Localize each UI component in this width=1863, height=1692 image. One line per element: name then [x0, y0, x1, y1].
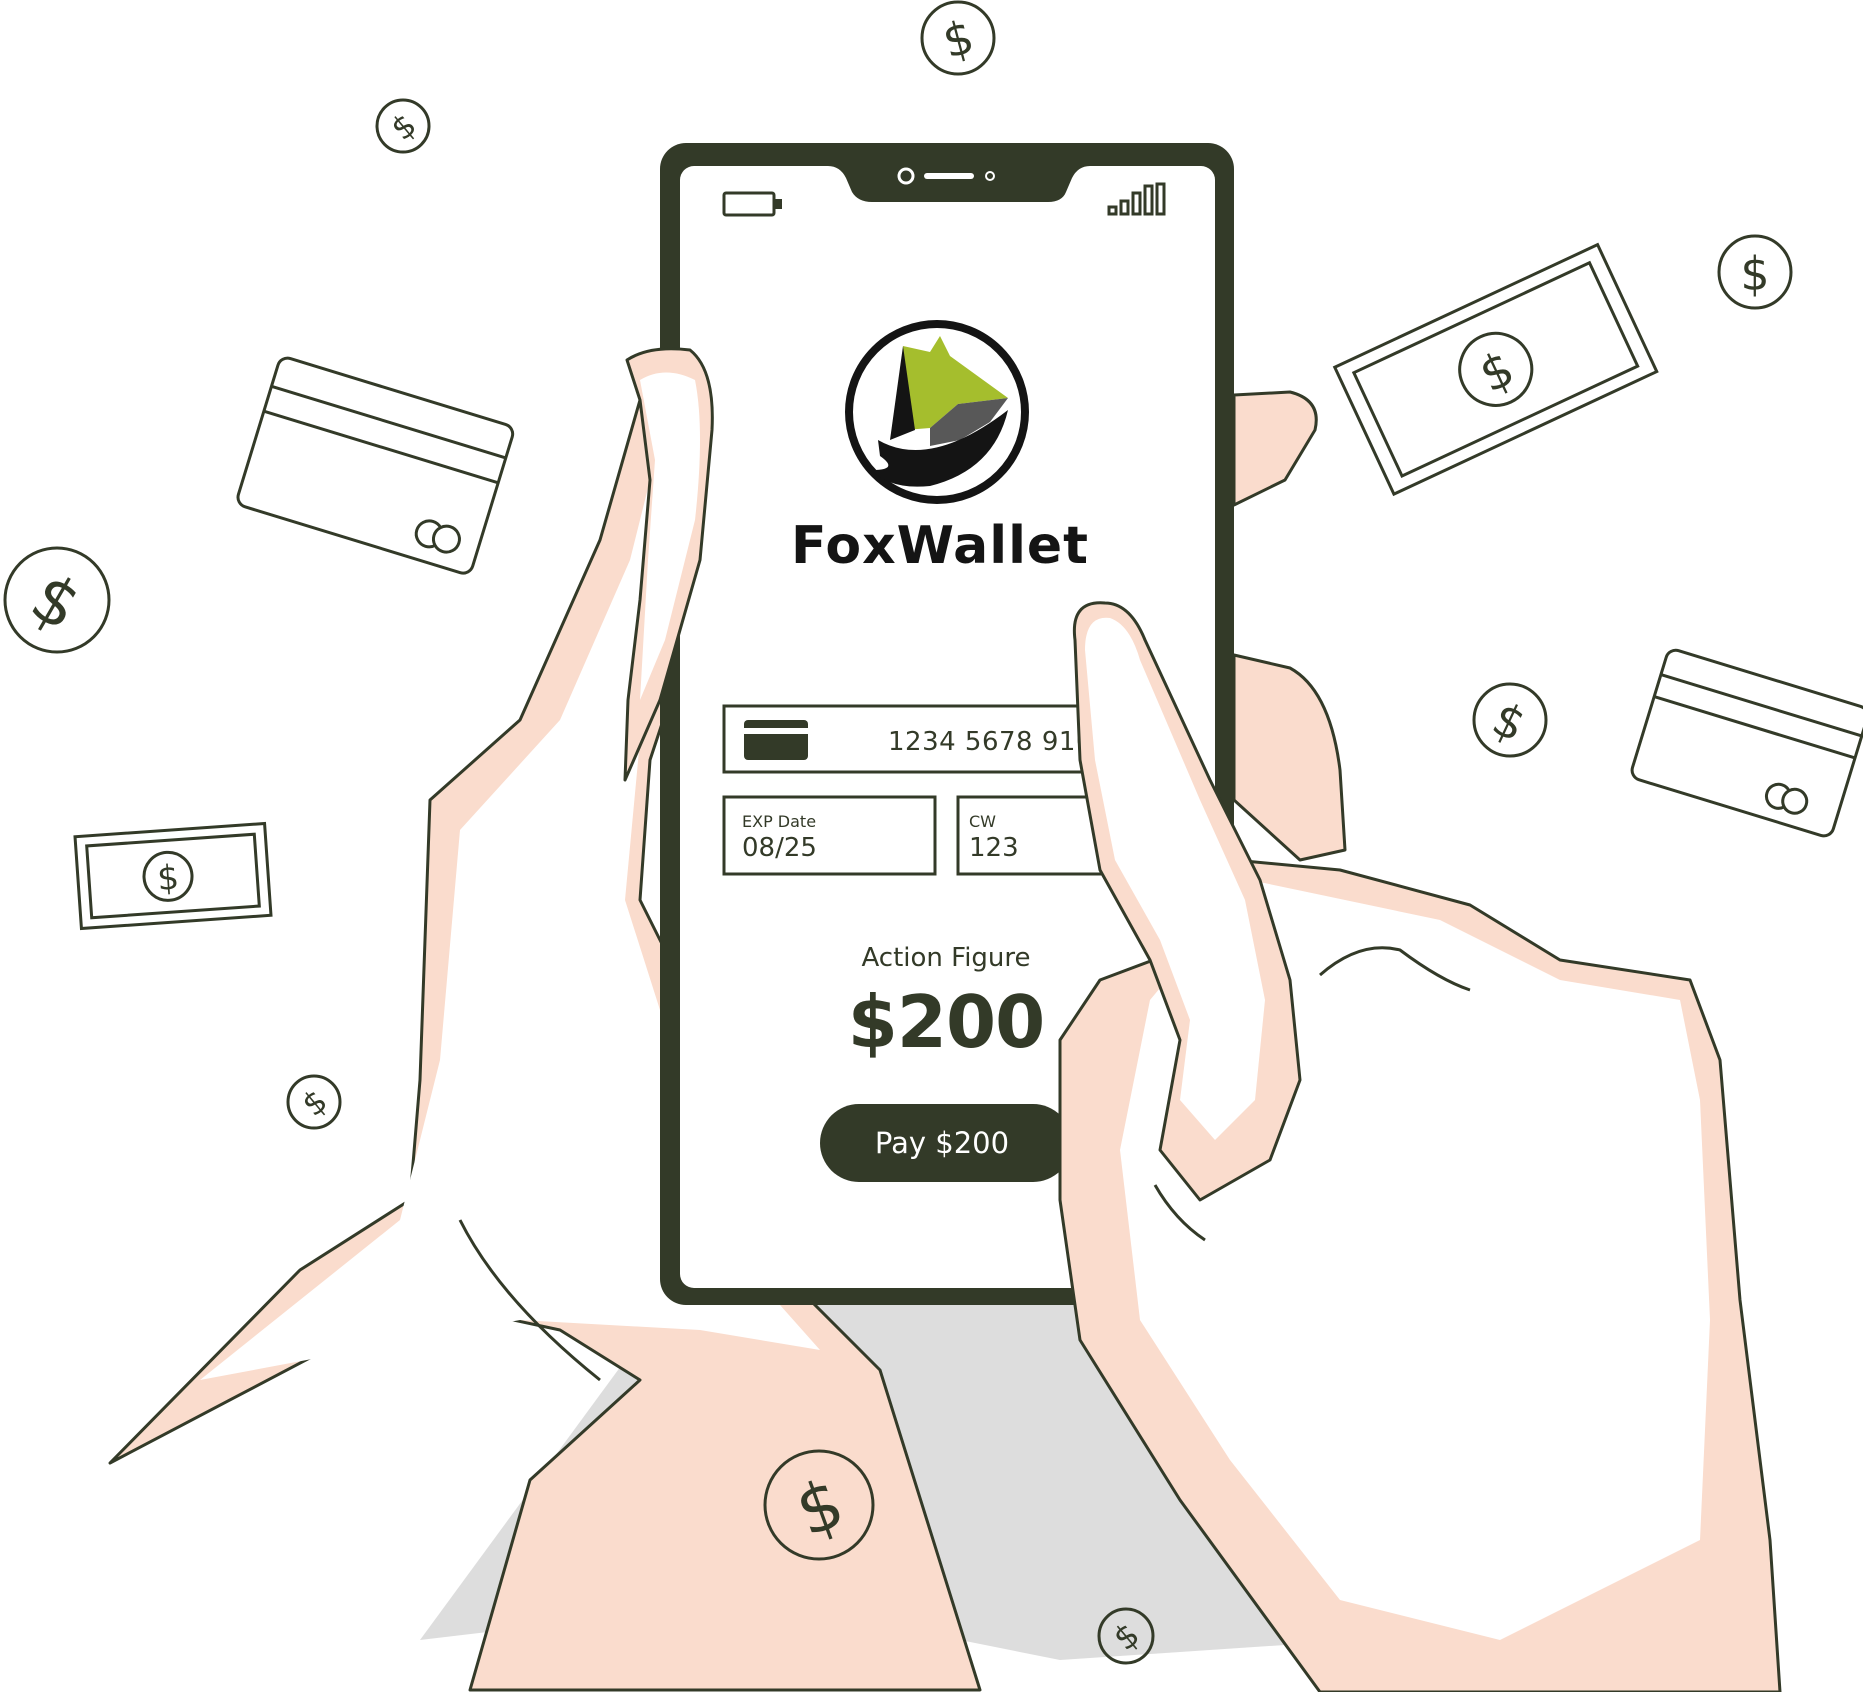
product-price: $200	[847, 980, 1045, 1064]
pay-button[interactable]: Pay $200	[820, 1104, 1072, 1182]
dollar-coin-icon: $	[920, 0, 996, 76]
expiry-label: EXP Date	[742, 812, 817, 831]
dollar-coin-icon: $	[286, 1074, 342, 1130]
fox-logo-icon	[845, 320, 1029, 504]
svg-text:$: $	[295, 1082, 335, 1124]
credit-card-icon	[744, 720, 808, 760]
phone-notch	[828, 166, 1090, 202]
svg-text:$: $	[1484, 691, 1533, 752]
svg-text:$: $	[384, 106, 424, 148]
svg-text:$: $	[18, 558, 93, 646]
pay-button-label: Pay $200	[874, 1126, 1010, 1160]
card-number-input[interactable]: 1234 5678 910	[888, 727, 1093, 757]
svg-text:$: $	[937, 9, 979, 69]
cvv-label: CW	[969, 812, 996, 831]
product-name: Action Figure	[861, 943, 1031, 973]
dollar-coin-icon: $	[375, 98, 431, 154]
svg-text:$: $	[1740, 247, 1769, 301]
dollar-coin-icon: $	[1717, 234, 1793, 310]
banknote-icon: $	[73, 821, 273, 931]
dollar-coin-icon: $	[3, 546, 111, 654]
credit-card-icon	[1630, 648, 1863, 838]
expiry-input[interactable]: 08/25	[742, 833, 817, 863]
credit-card-icon	[236, 356, 515, 575]
banknote-icon: $	[1332, 242, 1659, 497]
illustration-scene: $ $ $ $ $ $ $ $ $ $	[3, 0, 1863, 1692]
svg-text:$: $	[156, 858, 180, 899]
cvv-input[interactable]: 123	[969, 833, 1019, 863]
dollar-coin-icon: $	[1472, 682, 1548, 758]
app-brand-name: FoxWallet	[790, 516, 1090, 576]
